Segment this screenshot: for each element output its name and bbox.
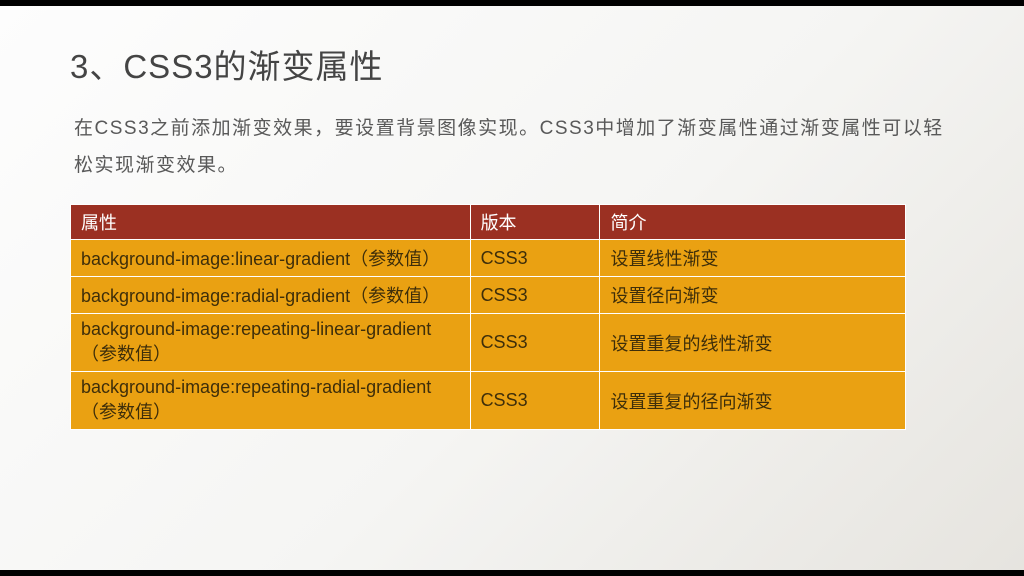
slide-body: 3、CSS3的渐变属性 在CSS3之前添加渐变效果，要设置背景图像实现。CSS3… — [0, 6, 1024, 570]
cell-version: CSS3 — [470, 314, 600, 372]
table-row: background-image:radial-gradient（参数值） CS… — [71, 277, 906, 314]
slide-title: 3、CSS3的渐变属性 — [70, 40, 954, 88]
header-intro: 简介 — [600, 205, 906, 240]
cell-intro: 设置径向渐变 — [600, 277, 906, 314]
cell-version: CSS3 — [470, 240, 600, 277]
cell-version: CSS3 — [470, 372, 600, 430]
cell-property: background-image:linear-gradient（参数值） — [71, 240, 471, 277]
table-row: background-image:linear-gradient（参数值） CS… — [71, 240, 906, 277]
table-row: background-image:repeating-radial-gradie… — [71, 372, 906, 430]
slide-description: 在CSS3之前添加渐变效果，要设置背景图像实现。CSS3中增加了渐变属性通过渐变… — [70, 110, 954, 184]
table-row: background-image:repeating-linear-gradie… — [71, 314, 906, 372]
header-version: 版本 — [470, 205, 600, 240]
header-property: 属性 — [71, 205, 471, 240]
cell-version: CSS3 — [470, 277, 600, 314]
cell-intro: 设置线性渐变 — [600, 240, 906, 277]
cell-property: background-image:radial-gradient（参数值） — [71, 277, 471, 314]
gradient-properties-table: 属性 版本 简介 background-image:linear-gradien… — [70, 204, 906, 430]
table-header-row: 属性 版本 简介 — [71, 205, 906, 240]
cell-intro: 设置重复的径向渐变 — [600, 372, 906, 430]
cell-property: background-image:repeating-radial-gradie… — [71, 372, 471, 430]
cell-intro: 设置重复的线性渐变 — [600, 314, 906, 372]
cell-property: background-image:repeating-linear-gradie… — [71, 314, 471, 372]
